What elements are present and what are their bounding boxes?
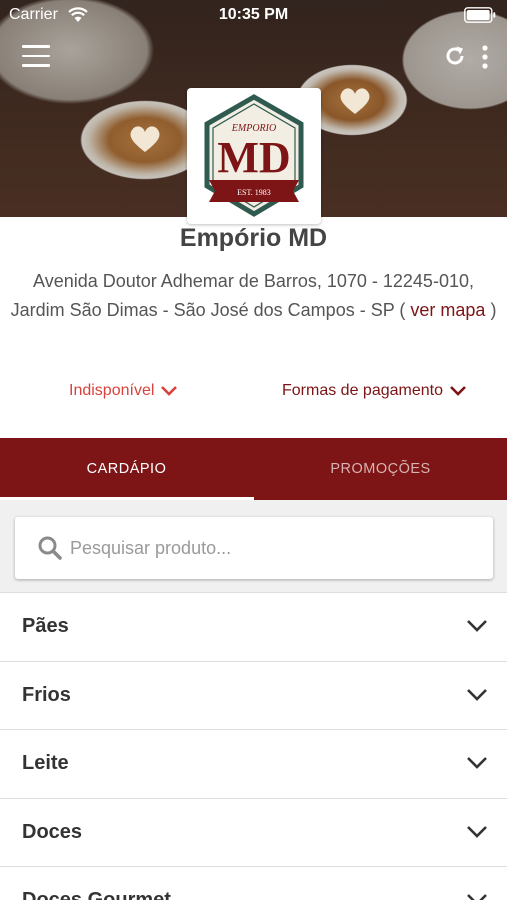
category-item-frios[interactable]: Frios [0, 660, 507, 729]
status-time: 10:35 PM [218, 6, 289, 23]
category-item-paes[interactable]: Pães [0, 592, 507, 661]
category-item-doces-gourmet[interactable]: Doces Gourmet [0, 866, 507, 900]
chevron-down-icon [467, 620, 487, 632]
category-label: Doces [22, 820, 83, 843]
tab-cardapio[interactable]: CARDÁPIO [0, 438, 253, 500]
tab-promocoes[interactable]: PROMOÇÕES [254, 438, 507, 500]
status-bar: Carrier 10:35 PM [0, 0, 507, 30]
category-item-doces[interactable]: Doces [0, 797, 507, 866]
category-item-leite[interactable]: Leite [0, 729, 507, 798]
refresh-icon[interactable] [443, 44, 467, 68]
payment-methods-dropdown[interactable]: Formas de pagamento [282, 382, 467, 400]
category-label: Frios [22, 683, 71, 706]
search-box [15, 517, 493, 579]
chevron-down-icon [467, 757, 487, 769]
payment-methods-label: Formas de pagamento [282, 382, 443, 399]
availability-dropdown[interactable]: Indisponível [69, 382, 178, 400]
battery-icon [464, 7, 496, 23]
store-name: Empório MD [179, 224, 328, 252]
store-logo: EMPORIO MD EST. 1983 [187, 88, 321, 224]
map-link-open: ( [394, 300, 411, 320]
map-link-close: ) [485, 300, 497, 320]
menu-icon[interactable] [22, 45, 50, 67]
chevron-down-icon [467, 825, 487, 838]
chevron-down-icon [467, 688, 487, 701]
chevron-down-icon [467, 894, 487, 900]
category-label: Leite [22, 752, 69, 774]
chevron-down-icon [450, 386, 466, 396]
store-address: Avenida Doutor Adhemar de Barros, 1070 -… [10, 267, 497, 325]
logo-initials: MD [217, 133, 290, 182]
store-info-panel: Empório MD Avenida Doutor Adhemar de Bar… [0, 217, 507, 438]
category-label: Pães [22, 615, 69, 637]
logo-ribbon-text: EST. 1983 [237, 188, 271, 197]
availability-label: Indisponível [69, 382, 155, 399]
latte-art-heart [128, 124, 162, 154]
view-map-link[interactable]: ver mapa [410, 300, 485, 320]
search-icon [38, 536, 62, 560]
search-input[interactable] [70, 529, 470, 567]
more-options-icon[interactable] [480, 44, 490, 70]
latte-art-heart [338, 86, 372, 116]
tab-bar: CARDÁPIO PROMOÇÕES [0, 438, 507, 500]
chevron-down-icon [161, 386, 178, 396]
category-list: Pães Frios Leite Doces Doces Gourmet [0, 592, 507, 900]
category-label: Doces Gourmet [22, 889, 171, 900]
active-tab-indicator [0, 497, 254, 500]
